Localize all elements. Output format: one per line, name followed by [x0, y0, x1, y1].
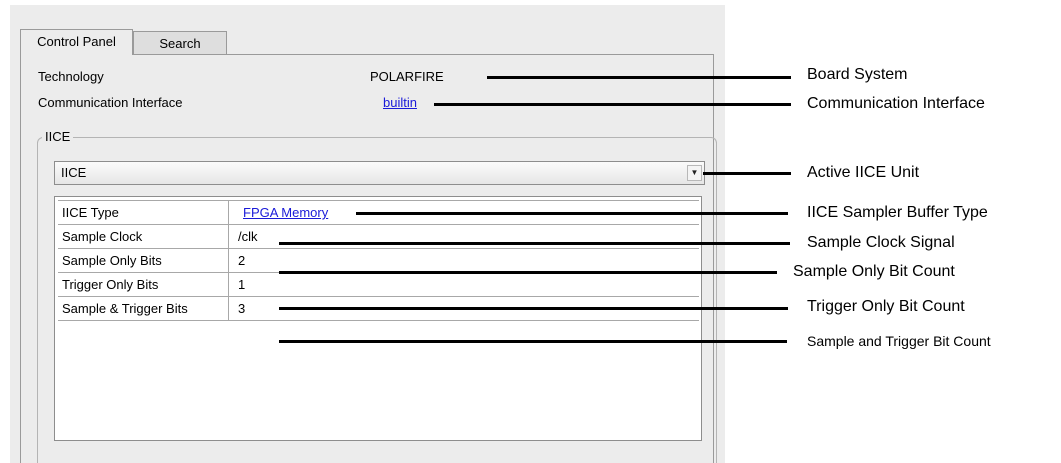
chevron-down-icon[interactable]: ▼	[687, 165, 702, 181]
tab-control-panel[interactable]: Control Panel	[20, 29, 133, 55]
property-value: 1	[238, 277, 246, 292]
property-value: 2	[238, 253, 246, 268]
callout-communication-interface: Communication Interface	[807, 95, 985, 112]
callout-active-iice-unit: Active IICE Unit	[807, 164, 920, 181]
property-name: Sample Clock	[58, 225, 229, 248]
property-name: IICE Type	[58, 201, 229, 224]
callout-sample-only-bit-count: Sample Only Bit Count	[793, 263, 955, 280]
callout-line	[279, 340, 787, 343]
table-row: Sample Only Bits 2	[58, 249, 699, 273]
callout-line	[434, 103, 791, 106]
property-value: 3	[238, 301, 246, 316]
callout-line	[356, 212, 788, 215]
property-value: /clk	[238, 229, 258, 244]
communication-interface-label: Communication Interface	[38, 95, 183, 110]
callout-line	[487, 76, 791, 79]
callout-line	[279, 271, 777, 274]
callout-iice-sampler-buffer-type: IICE Sampler Buffer Type	[807, 204, 988, 221]
table-row: Sample Clock /clk	[58, 225, 699, 249]
iice-type-link[interactable]: FPGA Memory	[243, 201, 328, 224]
technology-label: Technology	[38, 69, 104, 84]
table-row: Trigger Only Bits 1	[58, 273, 699, 297]
active-iice-unit-value: IICE	[61, 165, 87, 180]
callout-line	[279, 307, 788, 310]
technology-value: POLARFIRE	[370, 69, 444, 84]
active-iice-unit-select[interactable]: IICE ▼	[54, 161, 705, 185]
tab-search[interactable]: Search	[133, 31, 227, 55]
callout-line	[703, 172, 791, 175]
iice-group-title: IICE	[42, 129, 74, 144]
callout-sample-clock-signal: Sample Clock Signal	[807, 234, 955, 251]
callout-line	[279, 242, 790, 245]
property-name: Trigger Only Bits	[58, 273, 229, 296]
callout-sample-and-trigger-bit-count: Sample and Trigger Bit Count	[807, 333, 991, 349]
property-name: Sample Only Bits	[58, 249, 229, 272]
callout-trigger-only-bit-count: Trigger Only Bit Count	[807, 298, 965, 315]
iice-properties-table: IICE Type FPGA Memory Sample Clock /clk …	[54, 196, 702, 441]
callout-board-system: Board System	[807, 66, 908, 83]
communication-interface-link[interactable]: builtin	[383, 95, 417, 110]
property-name: Sample & Trigger Bits	[58, 297, 229, 320]
